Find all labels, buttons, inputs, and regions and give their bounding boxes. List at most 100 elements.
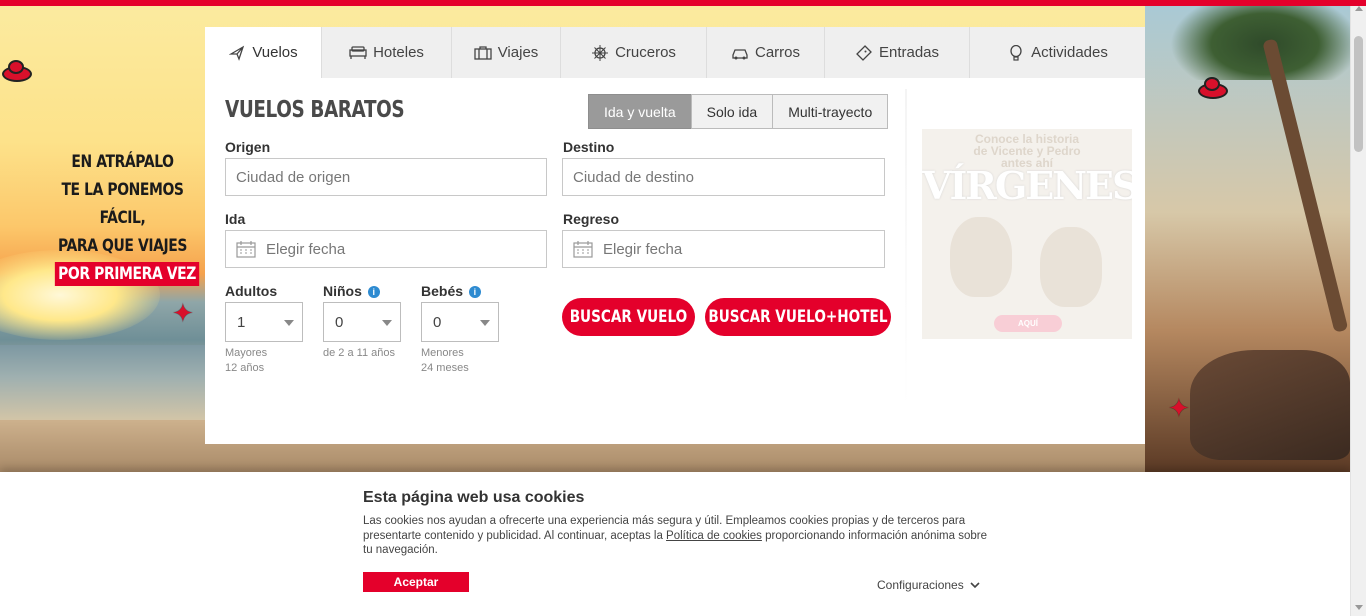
form-title: VUELOS BARATOS bbox=[225, 97, 405, 123]
tab-label: Hoteles bbox=[373, 44, 424, 61]
cookie-settings-label: Configuraciones bbox=[877, 578, 964, 592]
car-icon bbox=[731, 45, 749, 61]
trip-oneway-button[interactable]: Solo ida bbox=[690, 94, 774, 129]
tab-label: Actividades bbox=[1031, 44, 1108, 61]
sparkle-icon: ✦ bbox=[172, 298, 194, 328]
tab-actividades[interactable]: Actividades bbox=[970, 27, 1145, 78]
trip-round-button[interactable]: Ida y vuelta bbox=[588, 94, 692, 129]
infants-hint-line: 24 meses bbox=[421, 362, 469, 374]
departure-date-field[interactable] bbox=[225, 230, 547, 268]
origin-input[interactable] bbox=[236, 159, 546, 195]
trip-multi-button[interactable]: Multi-trayecto bbox=[772, 94, 889, 129]
ad-cta-button[interactable]: AQUÍ bbox=[994, 315, 1062, 332]
infants-select[interactable]: 0 bbox=[421, 302, 499, 342]
ad-person-image bbox=[1040, 227, 1102, 307]
calendar-icon bbox=[573, 240, 593, 258]
advertisement-banner[interactable]: Conoce la historia de Vicente y Pedro an… bbox=[922, 129, 1132, 339]
info-icon[interactable]: i bbox=[367, 286, 380, 298]
red-cloud-icon bbox=[0, 60, 34, 82]
search-flight-hotel-button[interactable]: BUSCAR VUELO+HOTEL bbox=[705, 298, 891, 336]
children-label: Niños bbox=[323, 283, 362, 299]
promo-text: EN ATRÁPALO TE LA PONEMOS FÁCIL, PARA QU… bbox=[40, 148, 205, 288]
trip-type-toggle: Ida y vuelta Solo ida Multi-trayecto bbox=[588, 94, 889, 129]
search-flight-label: BUSCAR VUELO bbox=[569, 307, 688, 327]
ship-wheel-icon bbox=[591, 44, 609, 61]
tab-entradas[interactable]: Entradas bbox=[825, 27, 970, 78]
scroll-up-icon[interactable] bbox=[1355, 6, 1363, 11]
cookie-banner: Esta página web usa cookies Las cookies … bbox=[0, 472, 1350, 616]
search-flight-button[interactable]: BUSCAR VUELO bbox=[562, 298, 695, 336]
children-value: 0 bbox=[335, 313, 344, 331]
balloon-icon bbox=[1007, 44, 1025, 61]
adults-hint-line: Mayores bbox=[225, 347, 268, 359]
infants-value: 0 bbox=[433, 313, 442, 331]
ad-divider bbox=[905, 89, 907, 409]
product-tabs: Vuelos Hoteles Viajes Cruceros Carros En… bbox=[205, 27, 1145, 78]
red-cloud-icon bbox=[1196, 77, 1230, 99]
info-icon[interactable]: i bbox=[468, 286, 481, 298]
tab-carros[interactable]: Carros bbox=[707, 27, 825, 78]
promo-line: FÁCIL, bbox=[99, 208, 146, 228]
tab-hoteles[interactable]: Hoteles bbox=[322, 27, 452, 78]
chevron-down-icon bbox=[480, 320, 490, 326]
destination-input[interactable] bbox=[573, 159, 884, 195]
scroll-down-icon[interactable] bbox=[1355, 605, 1363, 610]
cookie-settings-button[interactable]: Configuraciones bbox=[877, 578, 980, 592]
luggage-icon bbox=[474, 45, 492, 61]
tab-cruceros[interactable]: Cruceros bbox=[561, 27, 707, 78]
departure-date-input[interactable] bbox=[266, 231, 546, 267]
tab-label: Cruceros bbox=[615, 44, 676, 61]
return-date-field[interactable] bbox=[562, 230, 885, 268]
origin-label: Origen bbox=[225, 139, 271, 155]
bed-icon bbox=[349, 45, 367, 61]
search-flight-hotel-label: BUSCAR VUELO+HOTEL bbox=[708, 307, 888, 327]
adults-value: 1 bbox=[237, 313, 246, 331]
page-scrollbar[interactable] bbox=[1350, 0, 1366, 616]
destination-field[interactable] bbox=[562, 158, 885, 196]
promo-highlight: POR PRIMERA VEZ bbox=[54, 262, 200, 286]
plane-icon bbox=[228, 45, 246, 61]
ad-title: VÍRGENES bbox=[922, 163, 1132, 208]
promo-line: TE LA PONEMOS bbox=[61, 180, 184, 200]
children-label-wrap: Niños i bbox=[323, 283, 380, 299]
palm-leaves-image bbox=[1170, 0, 1350, 80]
promo-line: PARA QUE VIAJES bbox=[57, 236, 188, 256]
tab-label: Vuelos bbox=[252, 44, 298, 61]
sparkle-icon: ✦ bbox=[1168, 393, 1190, 423]
tab-label: Viajes bbox=[497, 44, 539, 61]
infants-label-wrap: Bebés i bbox=[421, 283, 481, 299]
ad-person-image bbox=[950, 217, 1012, 297]
search-panel: Vuelos Hoteles Viajes Cruceros Carros En… bbox=[205, 27, 1145, 444]
destination-label: Destino bbox=[563, 139, 615, 155]
promo-line: EN ATRÁPALO bbox=[71, 152, 174, 172]
top-brand-bar bbox=[0, 0, 1366, 6]
rocks-image bbox=[1190, 350, 1350, 460]
accept-cookies-button[interactable]: Aceptar bbox=[363, 572, 469, 592]
tab-viajes[interactable]: Viajes bbox=[452, 27, 561, 78]
children-hint: de 2 a 11 años bbox=[323, 347, 395, 359]
cookie-title: Esta página web usa cookies bbox=[363, 489, 585, 506]
infants-label: Bebés bbox=[421, 283, 464, 299]
tab-vuelos[interactable]: Vuelos bbox=[205, 27, 322, 78]
chevron-down-icon bbox=[382, 320, 392, 326]
chevron-down-icon bbox=[970, 578, 980, 592]
adults-hint-line: 12 años bbox=[225, 362, 265, 374]
scrollbar-thumb[interactable] bbox=[1354, 36, 1363, 152]
adults-label: Adultos bbox=[225, 283, 278, 299]
children-select[interactable]: 0 bbox=[323, 302, 401, 342]
return-label: Regreso bbox=[563, 211, 620, 227]
departure-label: Ida bbox=[225, 211, 246, 227]
adults-select[interactable]: 1 bbox=[225, 302, 303, 342]
infants-hint-line: Menores bbox=[421, 347, 464, 359]
ticket-icon bbox=[855, 44, 873, 61]
tab-label: Carros bbox=[754, 44, 800, 61]
chevron-down-icon bbox=[284, 320, 294, 326]
return-date-input[interactable] bbox=[603, 231, 884, 267]
adults-hint: Mayores 12 años bbox=[225, 346, 267, 376]
cookie-policy-link[interactable]: Política de cookies bbox=[666, 530, 762, 542]
origin-field[interactable] bbox=[225, 158, 547, 196]
infants-hint: Menores 24 meses bbox=[421, 346, 469, 376]
cookie-text: Las cookies nos ayudan a ofrecerte una e… bbox=[363, 514, 993, 558]
calendar-icon bbox=[236, 240, 256, 258]
tab-label: Entradas bbox=[878, 44, 940, 61]
